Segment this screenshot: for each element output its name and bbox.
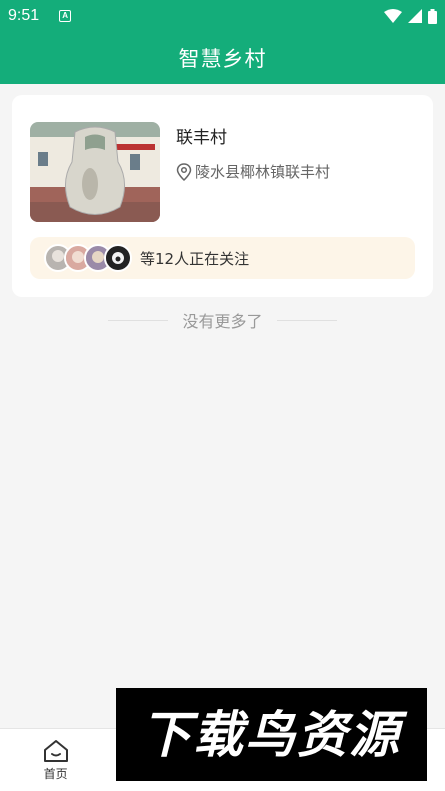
followers-count-text: 等12人正在关注: [140, 249, 250, 268]
tab-home-label: 首页: [43, 767, 68, 781]
followers-bar[interactable]: 等12人正在关注: [30, 237, 415, 279]
divider: [108, 319, 169, 321]
village-photo: [30, 122, 160, 222]
watermark-logo: 下载鸟资源: [116, 688, 427, 781]
list-end-indicator: 没有更多了: [0, 308, 445, 332]
avatar: [104, 244, 132, 272]
location-pin-icon: [176, 162, 192, 181]
app-notification-icon: A: [59, 10, 72, 22]
home-icon: [43, 740, 68, 762]
village-card[interactable]: 联丰村 陵水县椰林镇联丰村 等12人正在关注: [12, 95, 433, 297]
divider: [276, 319, 337, 321]
status-time: 9:51: [8, 7, 40, 24]
status-bar: 9:51 A: [0, 0, 445, 32]
app-header: 智慧乡村: [0, 32, 445, 84]
village-location: 陵水县椰林镇联丰村: [176, 161, 330, 182]
village-name: 联丰村: [176, 128, 227, 148]
svg-text:下载鸟资源: 下载鸟资源: [141, 706, 408, 764]
wifi-icon: [384, 9, 402, 23]
status-indicators: [384, 8, 437, 24]
battery-icon: [428, 8, 437, 24]
follower-avatars: [44, 244, 132, 272]
tab-home[interactable]: 首页: [0, 729, 111, 791]
no-more-text: 没有更多了: [182, 312, 263, 331]
page-title: 智慧乡村: [178, 47, 267, 71]
cellular-signal-icon: [408, 9, 422, 23]
location-text: 陵水县椰林镇联丰村: [195, 163, 331, 181]
